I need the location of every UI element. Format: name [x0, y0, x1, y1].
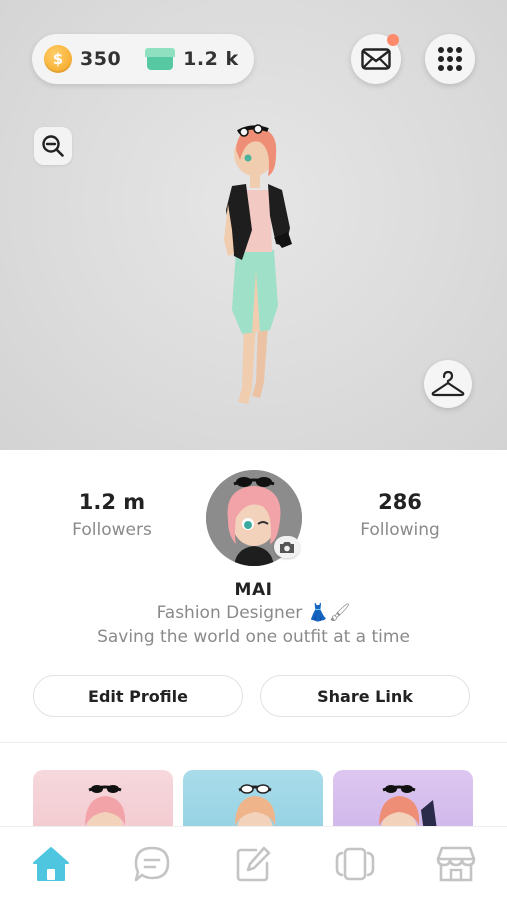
profile-bio-tagline: Saving the world one outfit at a time	[97, 627, 410, 647]
mail-icon	[361, 48, 391, 70]
grid-icon	[438, 47, 462, 71]
profile-card: 1.2 m Followers 286 Following MAI Fashio…	[0, 450, 507, 840]
following-label: Following	[360, 520, 440, 540]
store-icon	[436, 846, 476, 881]
menu-grid-button[interactable]	[425, 34, 475, 84]
change-photo-button[interactable]	[274, 536, 300, 558]
gem-chest-icon	[145, 48, 176, 70]
hanger-icon	[431, 371, 465, 397]
mail-button[interactable]	[351, 34, 401, 84]
nav-store[interactable]	[426, 834, 486, 894]
coin-balance: 350	[80, 48, 122, 70]
following-stat[interactable]: 286 Following	[330, 490, 470, 540]
nav-edit[interactable]	[223, 834, 283, 894]
profile-bio-title: Fashion Designer 👗🖌	[156, 603, 351, 623]
notification-dot	[387, 34, 399, 46]
followers-label: Followers	[72, 520, 152, 540]
bottom-nav	[0, 826, 507, 900]
avatar-3d-figure[interactable]	[212, 120, 302, 420]
following-count: 286	[378, 490, 422, 514]
coin-icon: $	[44, 45, 72, 73]
followers-count: 1.2 m	[78, 490, 146, 514]
profile-name: MAI	[234, 580, 273, 600]
section-divider	[0, 742, 507, 743]
wardrobe-button[interactable]	[424, 360, 472, 408]
avatar-stage[interactable]: $ 350 1.2 k	[0, 0, 507, 450]
home-icon	[32, 846, 69, 881]
nav-home[interactable]	[21, 834, 81, 894]
zoom-out-button[interactable]	[34, 127, 72, 165]
chat-icon	[134, 846, 170, 881]
nav-chat[interactable]	[122, 834, 182, 894]
edit-icon	[237, 846, 271, 881]
followers-stat[interactable]: 1.2 m Followers	[42, 490, 182, 540]
wallet-pill[interactable]: $ 350 1.2 k	[32, 34, 254, 84]
camera-icon	[280, 541, 294, 553]
edit-profile-button[interactable]: Edit Profile	[33, 675, 243, 717]
nav-cards[interactable]	[325, 834, 385, 894]
zoom-out-icon	[42, 135, 64, 157]
share-link-button[interactable]: Share Link	[260, 675, 470, 717]
cards-icon	[335, 847, 375, 880]
gem-balance: 1.2 k	[183, 48, 239, 70]
